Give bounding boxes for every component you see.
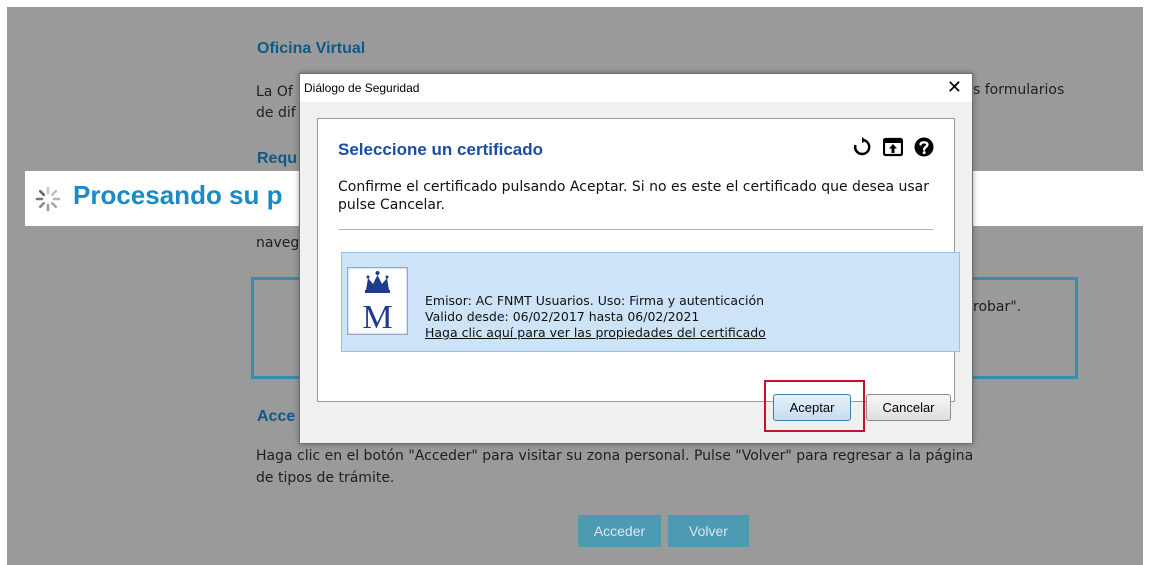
cert-properties-link[interactable]: Haga clic aquí para ver las propiedades … bbox=[425, 325, 766, 341]
panel-title: Seleccione un certificado bbox=[338, 140, 544, 159]
svg-text:M: M bbox=[362, 299, 392, 334]
refresh-icon[interactable] bbox=[852, 137, 872, 157]
page-text-box-right: robar". bbox=[973, 299, 1022, 315]
security-dialog: Diálogo de Seguridad ✕ Seleccione un cer… bbox=[299, 73, 973, 444]
certificate-panel: Seleccione un certificado Confirme el ce… bbox=[317, 118, 960, 402]
page-text-naveg: naveg bbox=[256, 235, 300, 251]
toolbar-icons bbox=[846, 137, 934, 159]
access-paragraph-line1: Haga clic en el botón "Acceder" para vis… bbox=[256, 448, 974, 464]
page-heading-office: Oficina Virtual bbox=[257, 40, 366, 57]
page-text-line1-right: s formularios bbox=[973, 82, 1065, 98]
spinner-icon bbox=[35, 186, 61, 212]
access-paragraph-line2: de tipos de trámite. bbox=[256, 470, 395, 486]
volver-button[interactable]: Volver bbox=[668, 515, 749, 547]
page-text-line2-left: de dif bbox=[256, 105, 296, 121]
page-text-line1-left: La Of bbox=[256, 84, 293, 100]
cancel-button[interactable]: Cancelar bbox=[866, 394, 951, 421]
certificate-item[interactable]: M Emisor: AC FNMT Usuarios. Uso: Firma y… bbox=[341, 252, 960, 352]
page-heading-requirements: Requ bbox=[257, 150, 297, 167]
fnmt-logo-icon: M bbox=[347, 267, 408, 336]
cert-issuer: Emisor: AC FNMT Usuarios. Uso: Firma y a… bbox=[425, 293, 765, 308]
import-icon[interactable] bbox=[882, 137, 903, 157]
certificate-details: Emisor: AC FNMT Usuarios. Uso: Firma y a… bbox=[425, 293, 766, 341]
accept-highlight bbox=[764, 380, 865, 432]
dialog-titlebar[interactable]: Diálogo de Seguridad ✕ bbox=[300, 74, 972, 102]
processing-text: Procesando su p bbox=[73, 180, 283, 210]
help-icon[interactable] bbox=[914, 137, 934, 157]
acceder-button[interactable]: Acceder bbox=[578, 515, 661, 547]
panel-instructions: Confirme el certificado pulsando Aceptar… bbox=[338, 179, 929, 213]
cert-validity: Valido desde: 06/02/2017 hasta 06/02/202… bbox=[425, 309, 700, 324]
close-icon[interactable]: ✕ bbox=[947, 77, 962, 98]
separator bbox=[339, 229, 933, 230]
page-heading-access: Acce bbox=[257, 408, 296, 425]
dialog-title: Diálogo de Seguridad bbox=[304, 81, 420, 95]
